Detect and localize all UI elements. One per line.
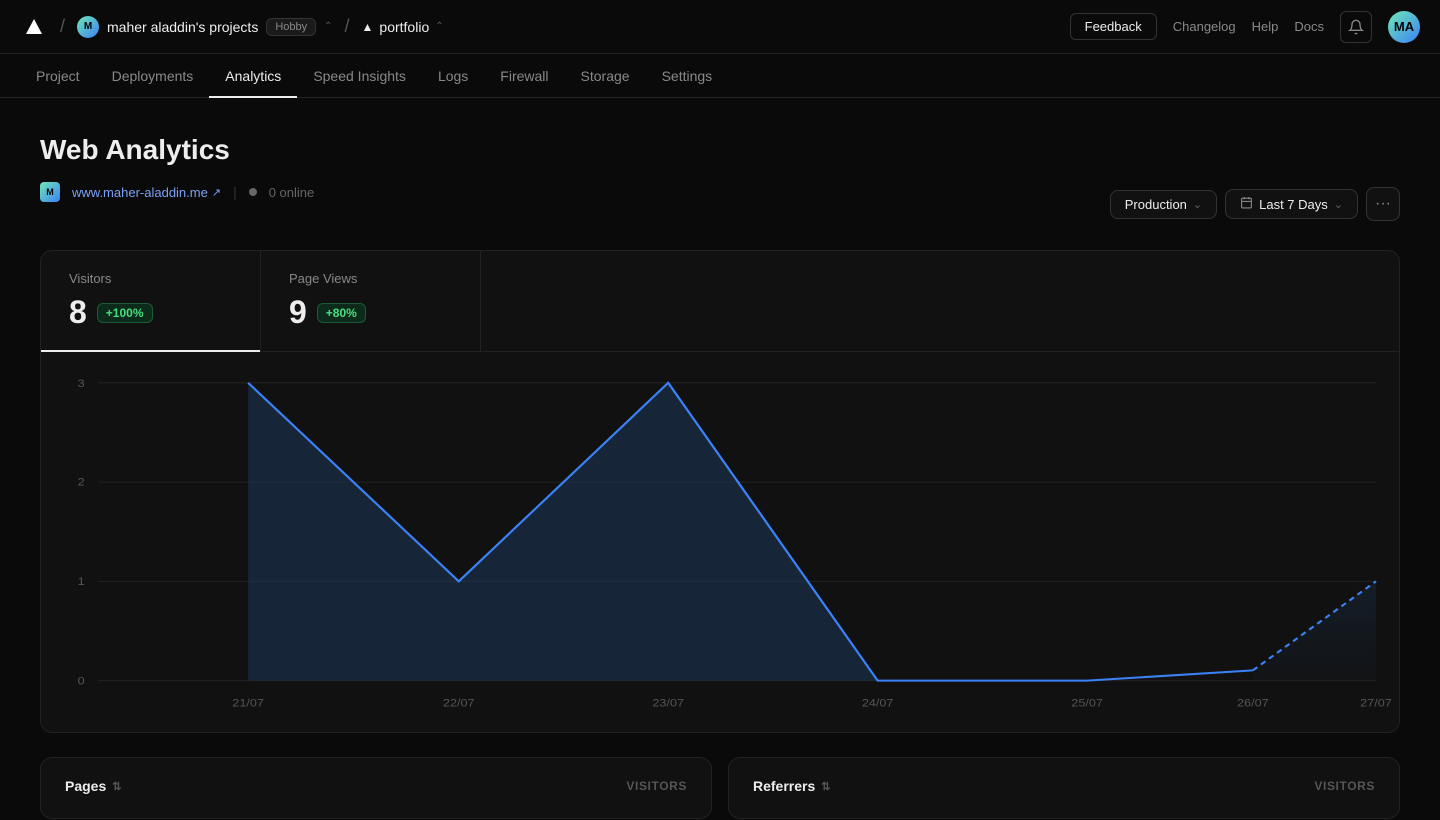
tab-analytics[interactable]: Analytics xyxy=(209,54,297,98)
visitors-label: Visitors xyxy=(69,271,232,286)
breadcrumb-sep-1: / xyxy=(60,16,65,37)
svg-text:2: 2 xyxy=(78,475,85,488)
date-range-filter-button[interactable]: Last 7 Days ⌄ xyxy=(1225,189,1358,219)
referrers-card: Referrers ⇅ VISITORS xyxy=(728,757,1400,819)
pageviews-label: Page Views xyxy=(289,271,452,286)
changelog-link[interactable]: Changelog xyxy=(1173,19,1236,34)
date-chevron-icon: ⌄ xyxy=(1334,198,1343,211)
svg-text:21/07: 21/07 xyxy=(232,696,264,709)
referrers-label: Referrers xyxy=(753,778,815,794)
referrers-card-header: Referrers ⇅ VISITORS xyxy=(753,778,1375,794)
pages-card: Pages ⇅ VISITORS xyxy=(40,757,712,819)
docs-link[interactable]: Docs xyxy=(1294,19,1324,34)
online-count: 0 online xyxy=(269,185,315,200)
svg-text:22/07: 22/07 xyxy=(443,696,475,709)
tab-deployments[interactable]: Deployments xyxy=(96,54,210,98)
svg-text:26/07: 26/07 xyxy=(1237,696,1269,709)
calendar-icon xyxy=(1240,196,1253,212)
stats-tabs-row: Visitors 8 +100% Page Views 9 +80% xyxy=(41,251,1399,352)
svg-text:24/07: 24/07 xyxy=(862,696,894,709)
chart-fill-dashed xyxy=(1253,581,1376,680)
svg-text:0: 0 xyxy=(78,674,85,687)
stats-chart-card: Visitors 8 +100% Page Views 9 +80% xyxy=(40,250,1400,733)
pageviews-value: 9 xyxy=(289,294,307,331)
chart-area: 3 2 1 0 21/07 22/07 23/07 24/07 25/07 26… xyxy=(41,352,1399,732)
visitors-value: 8 xyxy=(69,294,87,331)
user-avatar-large[interactable]: MA xyxy=(1388,11,1420,43)
more-options-button[interactable]: ··· xyxy=(1366,187,1400,221)
user-name: maher aladdin's projects xyxy=(107,19,258,35)
pages-visitors-col-label: VISITORS xyxy=(626,779,687,793)
visitors-tab[interactable]: Visitors 8 +100% xyxy=(41,251,261,351)
project-chevron-icon: ⌃ xyxy=(435,21,443,32)
tab-logs[interactable]: Logs xyxy=(422,54,484,98)
project-section[interactable]: ▲ portfolio ⌃ xyxy=(362,19,444,35)
pageviews-tab[interactable]: Page Views 9 +80% xyxy=(261,251,481,351)
site-header-row: M www.maher-aladdin.me ↗ | 0 online Prod… xyxy=(40,182,1400,226)
svg-text:23/07: 23/07 xyxy=(652,696,684,709)
user-section[interactable]: M maher aladdin's projects Hobby ⌃ xyxy=(77,16,333,38)
filters-row: Production ⌄ Last 7 Days ⌄ ··· xyxy=(1110,187,1400,221)
pages-sort-icon[interactable]: ⇅ xyxy=(112,780,121,793)
analytics-chart: 3 2 1 0 21/07 22/07 23/07 24/07 25/07 26… xyxy=(41,352,1399,732)
nav-right: Feedback Changelog Help Docs MA xyxy=(1070,11,1420,43)
date-range-label: Last 7 Days xyxy=(1259,197,1328,212)
online-status-dot xyxy=(249,188,257,196)
bottom-tables-row: Pages ⇅ VISITORS Referrers ⇅ VISITORS xyxy=(40,757,1400,819)
tab-settings[interactable]: Settings xyxy=(646,54,729,98)
pages-card-title: Pages ⇅ xyxy=(65,778,121,794)
main-content: Web Analytics M www.maher-aladdin.me ↗ |… xyxy=(0,98,1440,819)
pageviews-change-badge: +80% xyxy=(317,303,366,323)
svg-text:25/07: 25/07 xyxy=(1071,696,1103,709)
site-bar: M www.maher-aladdin.me ↗ | 0 online xyxy=(40,182,314,202)
app-logo[interactable] xyxy=(20,13,48,41)
production-filter-button[interactable]: Production ⌄ xyxy=(1110,190,1217,219)
svg-text:1: 1 xyxy=(78,575,85,588)
tab-firewall[interactable]: Firewall xyxy=(484,54,564,98)
svg-text:27/07: 27/07 xyxy=(1360,696,1392,709)
site-divider: | xyxy=(233,184,237,200)
notifications-button[interactable] xyxy=(1340,11,1372,43)
tab-project[interactable]: Project xyxy=(20,54,96,98)
user-chevron-icon: ⌃ xyxy=(324,21,332,32)
tab-speed-insights[interactable]: Speed Insights xyxy=(297,54,422,98)
referrers-sort-icon[interactable]: ⇅ xyxy=(821,780,830,793)
page-title: Web Analytics xyxy=(40,134,1400,166)
pageviews-value-row: 9 +80% xyxy=(289,294,452,331)
help-link[interactable]: Help xyxy=(1252,19,1279,34)
chart-fill-solid xyxy=(248,383,1253,681)
more-icon: ··· xyxy=(1375,195,1391,213)
site-url-link[interactable]: www.maher-aladdin.me ↗ xyxy=(72,185,221,200)
plan-badge: Hobby xyxy=(266,18,316,36)
visitors-change-badge: +100% xyxy=(97,303,153,323)
feedback-button[interactable]: Feedback xyxy=(1070,13,1157,40)
pages-label: Pages xyxy=(65,778,106,794)
production-filter-label: Production xyxy=(1125,197,1187,212)
tab-storage[interactable]: Storage xyxy=(565,54,646,98)
project-name: portfolio xyxy=(379,19,429,35)
svg-text:3: 3 xyxy=(78,377,85,390)
referrers-card-title: Referrers ⇅ xyxy=(753,778,830,794)
sub-navigation: Project Deployments Analytics Speed Insi… xyxy=(0,54,1440,98)
top-navigation: / M maher aladdin's projects Hobby ⌃ / ▲… xyxy=(0,0,1440,54)
production-chevron-icon: ⌄ xyxy=(1193,198,1202,211)
pages-card-header: Pages ⇅ VISITORS xyxy=(65,778,687,794)
breadcrumb-sep-2: / xyxy=(345,16,350,37)
project-logo-icon: ▲ xyxy=(362,20,374,34)
external-link-icon: ↗ xyxy=(212,186,221,199)
site-url-text: www.maher-aladdin.me xyxy=(72,185,208,200)
referrers-visitors-col-label: VISITORS xyxy=(1314,779,1375,793)
user-avatar: M xyxy=(77,16,99,38)
site-icon: M xyxy=(40,182,60,202)
visitors-value-row: 8 +100% xyxy=(69,294,232,331)
